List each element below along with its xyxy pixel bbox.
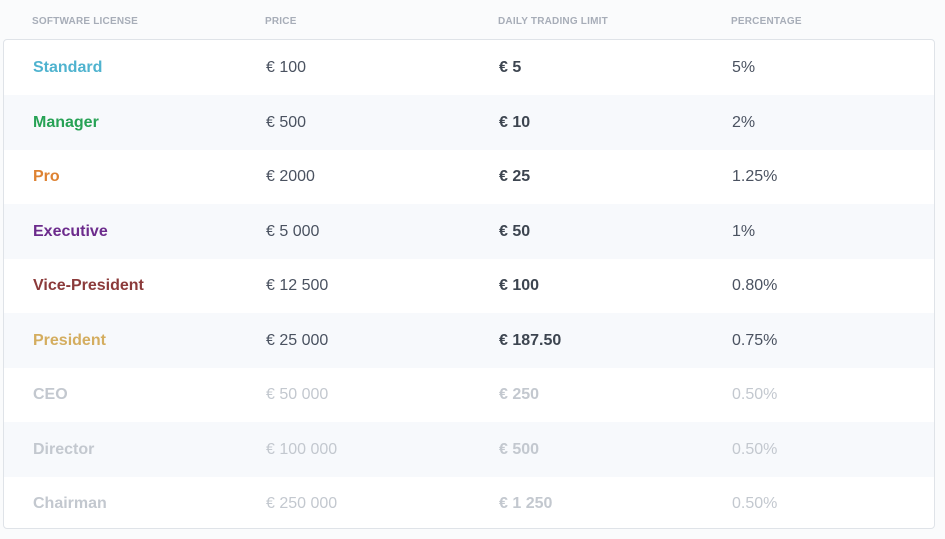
license-percentage: 0.50% — [732, 441, 778, 458]
license-daily-limit: € 25 — [499, 168, 531, 185]
license-percentage: 0.80% — [732, 277, 778, 294]
license-price: € 25 000 — [266, 332, 329, 349]
license-price: € 50 000 — [266, 386, 329, 403]
license-name: Pro — [33, 168, 60, 185]
license-price: € 500 — [266, 114, 307, 131]
license-table: Standard € 100 € 5 5% Manager € 500 € 10… — [3, 39, 935, 529]
table-row: Executive € 5 000 € 50 1% — [4, 204, 934, 259]
license-name: Vice-President — [33, 277, 144, 294]
license-percentage: 0.50% — [732, 386, 778, 403]
license-percentage: 1% — [732, 223, 756, 240]
license-percentage: 5% — [732, 59, 756, 76]
table-row: CEO € 50 000 € 250 0.50% — [4, 367, 934, 422]
license-price: € 100 000 — [266, 441, 338, 458]
license-percentage: 0.50% — [732, 495, 778, 512]
table-row: Vice-President € 12 500 € 100 0.80% — [4, 258, 934, 313]
license-daily-limit: € 500 — [499, 441, 540, 458]
license-name: Director — [33, 441, 95, 458]
license-daily-limit: € 5 — [499, 59, 522, 76]
license-name: Manager — [33, 114, 99, 131]
license-price: € 100 — [266, 59, 307, 76]
table-row: Chairman € 250 000 € 1 250 0.50% — [4, 476, 934, 528]
license-name: Executive — [33, 223, 108, 240]
license-daily-limit: € 50 — [499, 223, 531, 240]
header-price: PRICE — [265, 16, 297, 27]
license-table-view: SOFTWARE LICENSE PRICE DAILY TRADING LIM… — [0, 0, 945, 539]
license-price: € 12 500 — [266, 277, 329, 294]
table-row: President € 25 000 € 187.50 0.75% — [4, 313, 934, 368]
license-daily-limit: € 1 250 — [499, 495, 553, 512]
table-row: Manager € 500 € 10 2% — [4, 95, 934, 150]
license-daily-limit: € 100 — [499, 277, 540, 294]
header-software-license: SOFTWARE LICENSE — [32, 16, 138, 27]
license-percentage: 1.25% — [732, 168, 778, 185]
license-daily-limit: € 250 — [499, 386, 540, 403]
license-price: € 5 000 — [266, 223, 320, 240]
header-daily-trading-limit: DAILY TRADING LIMIT — [498, 16, 608, 27]
license-price: € 250 000 — [266, 495, 338, 512]
license-percentage: 0.75% — [732, 332, 778, 349]
license-price: € 2000 — [266, 168, 315, 185]
license-name: CEO — [33, 386, 68, 403]
license-name: Chairman — [33, 495, 107, 512]
header-percentage: PERCENTAGE — [731, 16, 802, 27]
license-percentage: 2% — [732, 114, 756, 131]
license-name: President — [33, 332, 106, 349]
table-row: Director € 100 000 € 500 0.50% — [4, 422, 934, 477]
table-row: Pro € 2000 € 25 1.25% — [4, 149, 934, 204]
license-name: Standard — [33, 59, 103, 76]
license-daily-limit: € 187.50 — [499, 332, 562, 349]
table-row: Standard € 100 € 5 5% — [4, 40, 934, 95]
table-header: SOFTWARE LICENSE PRICE DAILY TRADING LIM… — [0, 0, 945, 40]
license-daily-limit: € 10 — [499, 114, 531, 131]
